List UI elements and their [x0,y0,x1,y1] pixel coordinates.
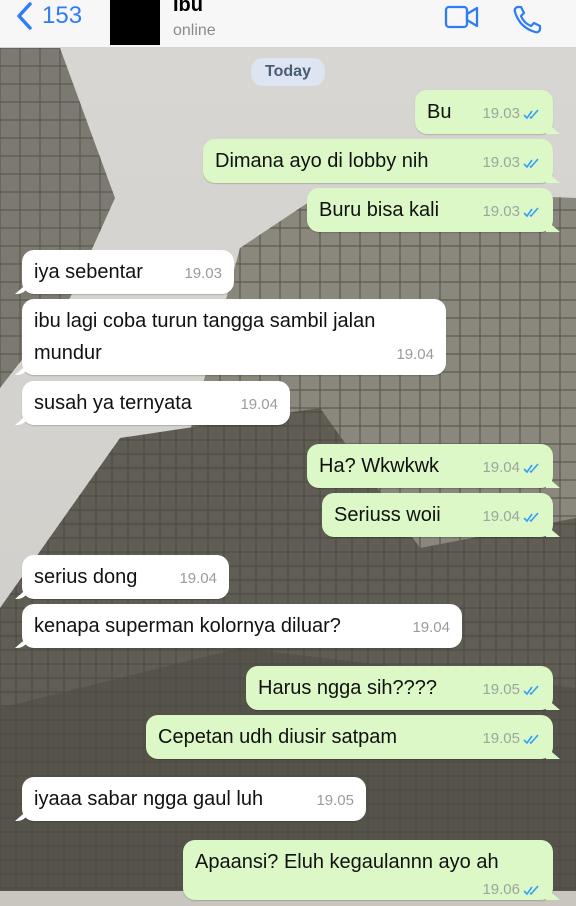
message-bubble-outgoing[interactable]: Harus ngga sih???? 19.05 [246,666,553,710]
message-text: Buru bisa kali [319,199,440,221]
message-time: 19.04 [482,508,520,525]
message-time: 19.06 [482,881,520,898]
double-check-icon [523,511,539,522]
message-bubble-incoming[interactable]: kenapa superman kolornya diluar? 19.04 [22,604,462,648]
double-check-icon [523,462,539,473]
message-time: 19.03 [482,154,520,171]
date-separator: Today [251,58,325,86]
message-time: 19.03 [482,105,520,122]
message-bubble-outgoing[interactable]: Dimana ayo di lobby nih 19.03 [203,139,553,183]
chevron-left-icon [17,2,32,30]
back-button[interactable]: 153 [14,1,82,31]
message-bubble-incoming[interactable]: iya sebentar 19.03 [22,250,234,294]
message-time: 19.04 [396,346,434,363]
message-bubble-outgoing[interactable]: Cepetan udh diusir satpam 19.05 [146,715,553,759]
message-bubble-incoming[interactable]: iyaaa sabar ngga gaul luh 19.05 [22,777,366,821]
message-text: Cepetan udh diusir satpam [158,726,398,748]
message-time: 19.03 [482,203,520,220]
message-text: Apaansi? Eluh kegaulannn ayo ah [195,851,499,873]
message-bubble-outgoing[interactable]: Apaansi? Eluh kegaulannn ayo ah 19.06 [183,840,553,900]
chat-header: 153 Ibu online [0,0,576,48]
message-text: serius dong [34,566,138,588]
message-time: 19.04 [240,396,278,413]
message-bubble-outgoing[interactable]: Seriuss woii 19.04 [322,493,553,537]
double-check-icon [523,884,539,895]
message-text: kenapa superman kolornya diluar? [34,615,341,637]
message-text: susah ya ternyata [34,392,192,414]
double-check-icon [523,157,539,168]
message-text: Harus ngga sih???? [258,677,438,699]
message-text: iyaaa sabar ngga gaul luh [34,788,264,810]
message-bubble-incoming[interactable]: serius dong 19.04 [22,555,229,599]
avatar[interactable] [110,0,160,45]
message-time: 19.03 [184,265,222,282]
message-bubble-outgoing[interactable]: Ha? Wkwkwk 19.04 [307,444,553,488]
message-bubble-outgoing[interactable]: Buru bisa kali 19.03 [307,188,553,232]
message-time: 19.04 [412,619,450,636]
message-text: Bu [427,101,452,123]
message-bubble-incoming[interactable]: susah ya ternyata 19.04 [22,381,290,425]
double-check-icon [523,684,539,695]
message-text: iya sebentar [34,261,143,283]
video-camera-icon[interactable] [444,5,480,29]
contact-name[interactable]: Ibu [173,0,203,17]
unread-count: 153 [42,2,83,29]
message-time: 19.04 [482,459,520,476]
message-time: 19.05 [482,730,520,747]
message-bubble-outgoing[interactable]: Bu 19.03 [415,90,553,134]
message-text: Seriuss woii [334,504,441,526]
message-list[interactable]: Today Bu 19.03 Dimana ayo di lobby nih 1… [0,48,576,900]
contact-status: online [173,22,216,39]
double-check-icon [523,733,539,744]
phone-icon[interactable] [512,5,544,35]
message-text: ibu lagi coba turun tangga sambil jalan … [34,310,376,364]
message-text: Dimana ayo di lobby nih [215,150,429,172]
message-text: Ha? Wkwkwk [319,455,440,477]
message-time: 19.05 [316,792,354,809]
message-time: 19.04 [179,570,217,587]
double-check-icon [523,108,539,119]
double-check-icon [523,206,539,217]
message-bubble-incoming[interactable]: ibu lagi coba turun tangga sambil jalan … [22,299,446,375]
message-time: 19.05 [482,681,520,698]
